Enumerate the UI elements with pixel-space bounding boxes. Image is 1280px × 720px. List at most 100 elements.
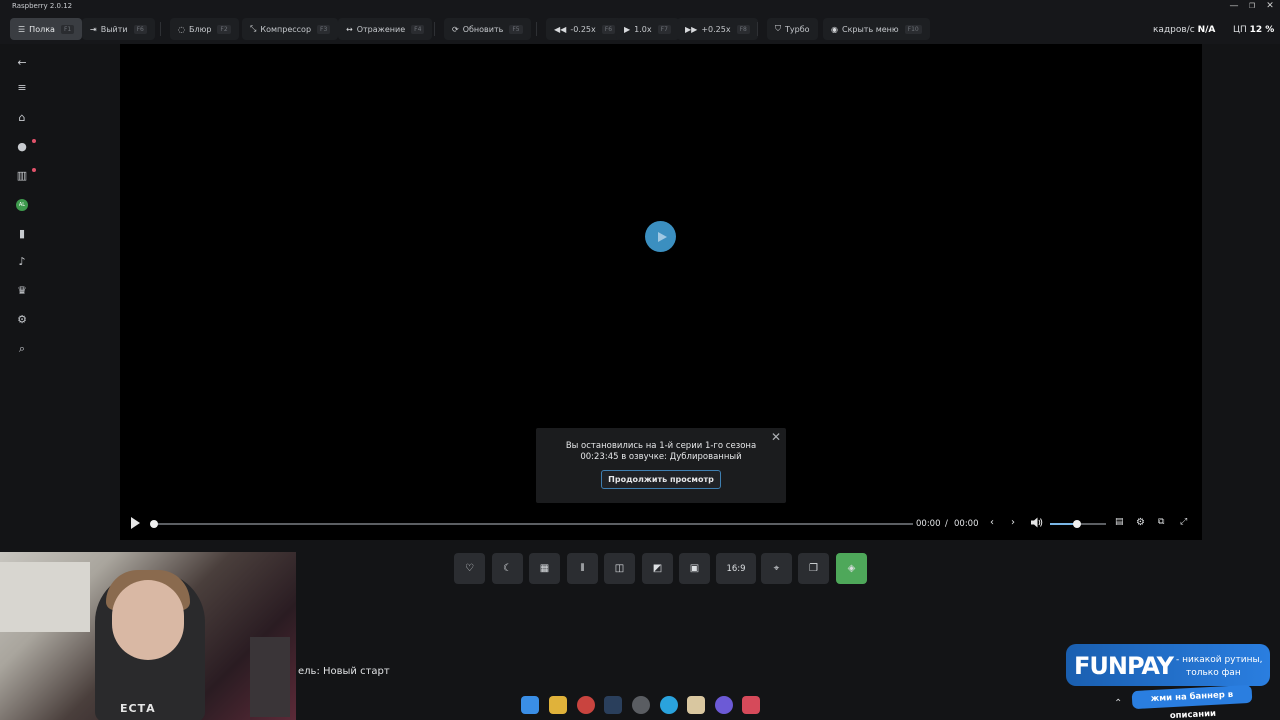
- refresh-button[interactable]: ⟳ Обновить F5: [444, 18, 531, 40]
- screenshot-button[interactable]: ⌖: [761, 553, 792, 584]
- focus-icon: ⌖: [773, 563, 780, 574]
- shelf-icon: ☰: [18, 24, 26, 34]
- notification-dot: [32, 139, 36, 143]
- steam-icon[interactable]: [604, 696, 622, 714]
- rewind-icon: ◀◀: [554, 24, 567, 34]
- subtitle-text: ель: Новый старт: [298, 666, 390, 677]
- mirror-button[interactable]: ↔ Отражение F4: [338, 18, 433, 40]
- current-time: 00:00: [916, 519, 941, 529]
- layers-button[interactable]: ◈: [836, 553, 867, 584]
- progress-bar[interactable]: [150, 520, 913, 528]
- next-episode-button[interactable]: ›: [1011, 517, 1015, 528]
- crop-button[interactable]: ◩: [642, 553, 673, 584]
- aspect-label: 16:9: [726, 563, 746, 574]
- fire-icon[interactable]: ●: [13, 138, 31, 156]
- audio-button[interactable]: ⫴: [567, 553, 598, 584]
- chevron-up-icon[interactable]: ⌃: [1114, 698, 1122, 709]
- pip-button[interactable]: ▣: [679, 553, 710, 584]
- compressor-icon: ⤡: [250, 24, 257, 33]
- night-mode-button[interactable]: ☾: [492, 553, 523, 584]
- video-player[interactable]: ✕ Вы остановились на 1-й серии 1-го сезо…: [120, 44, 1202, 540]
- avatar-icon[interactable]: AL: [16, 199, 28, 211]
- window-title: Raspberry 2.0.12: [12, 2, 73, 10]
- banner-tagline-2: только фан: [1186, 668, 1241, 678]
- gear-icon[interactable]: ⚙: [1136, 517, 1145, 528]
- play-icon: [131, 517, 140, 529]
- previous-episode-button[interactable]: ‹: [990, 517, 994, 528]
- speed-up-button[interactable]: ▶▶ +0.25x F8: [677, 18, 758, 40]
- resume-message-line2: 00:23:45 в озвучке: Дублированный: [580, 452, 742, 462]
- layers-icon: ◈: [847, 563, 856, 574]
- favorite-button[interactable]: ♡: [454, 553, 485, 584]
- mirror-icon: ↔: [346, 24, 353, 34]
- turbo-button[interactable]: ⛉ Турбо: [767, 18, 818, 40]
- file-explorer-icon[interactable]: [549, 696, 567, 714]
- title-bar: Raspberry 2.0.12 — ❐ ✕: [0, 0, 1280, 14]
- book-icon[interactable]: ▥: [13, 167, 31, 185]
- windows-start-icon[interactable]: [521, 696, 539, 714]
- copy-button[interactable]: ❐: [798, 553, 829, 584]
- maximize-button[interactable]: ❐: [1244, 0, 1260, 12]
- eye-icon: ◉: [831, 24, 838, 34]
- big-play-button[interactable]: [645, 221, 676, 252]
- toolbar-divider: [757, 22, 758, 36]
- arrow-left-icon[interactable]: ←: [13, 54, 31, 72]
- player-controls: 00:00 / 00:00 ‹ › ▤ ⚙ ⧉ ⤢: [120, 514, 1202, 534]
- continue-watching-button[interactable]: Продолжить просмотр: [601, 470, 721, 489]
- popout-icon[interactable]: ⧉: [1158, 517, 1164, 527]
- duration: 00:00: [954, 519, 979, 529]
- play-pause-button[interactable]: [130, 517, 141, 532]
- banner-logo: FUNPAY: [1074, 652, 1174, 680]
- fast-forward-icon: ▶▶: [685, 24, 698, 34]
- resume-message-line1: Вы остановились на 1-й серии 1-го сезона: [565, 441, 757, 451]
- home-icon[interactable]: ⌂: [13, 109, 31, 127]
- progress-handle[interactable]: [150, 520, 158, 528]
- blur-icon: ◌: [178, 24, 185, 34]
- aspect-ratio-button[interactable]: 16:9: [716, 553, 756, 584]
- fullscreen-icon[interactable]: ⤢: [1180, 517, 1187, 527]
- crop-icon: ◩: [652, 563, 663, 574]
- settings-app-icon[interactable]: [632, 696, 650, 714]
- blur-button[interactable]: ◌ Блюр F2: [170, 18, 239, 40]
- telegram-icon[interactable]: [660, 696, 678, 714]
- exit-button[interactable]: ⇥ Выйти F6: [82, 18, 155, 40]
- split-button[interactable]: ◫: [604, 553, 635, 584]
- speed-button[interactable]: ▶ 1.0x F7: [616, 18, 679, 40]
- hide-menu-button[interactable]: ◉ Скрыть меню F10: [823, 18, 930, 40]
- fps-stat: кадров/с N/A: [1153, 25, 1216, 35]
- play-icon: [657, 231, 667, 242]
- subtitles-icon[interactable]: ▤: [1115, 517, 1124, 527]
- raspberry-app-icon[interactable]: [742, 696, 760, 714]
- app-window: Raspberry 2.0.12 — ❐ ✕ ☰ Полка F1 ⇥ Выйт…: [0, 0, 1280, 720]
- app-icon[interactable]: [687, 696, 705, 714]
- compressor-button[interactable]: ⤡ Компрессор F3: [242, 18, 339, 40]
- search-icon[interactable]: ⌕: [13, 340, 31, 358]
- menu-icon[interactable]: ≡: [13, 79, 31, 97]
- grid-icon: ▦: [539, 563, 550, 574]
- minimize-button[interactable]: —: [1226, 0, 1242, 12]
- toolbar-divider: [536, 22, 537, 36]
- bookmark-icon[interactable]: ▮: [13, 225, 31, 243]
- volume-slider[interactable]: [1050, 520, 1106, 528]
- cpu-stat: ЦП 12 %: [1233, 25, 1275, 35]
- webcam-background-shelf: [0, 562, 90, 632]
- notification-dot: [32, 168, 36, 172]
- close-button[interactable]: ✕: [1262, 0, 1278, 12]
- yandex-browser-icon[interactable]: [577, 696, 595, 714]
- shelf-button[interactable]: ☰ Полка F1: [10, 18, 83, 40]
- bell-icon[interactable]: ♪: [13, 253, 31, 271]
- heart-icon: ♡: [465, 563, 474, 574]
- toolbar-divider: [160, 22, 161, 36]
- webcam-face: [112, 580, 184, 660]
- waveform-icon: ⫴: [580, 563, 585, 574]
- grid-button[interactable]: ▦: [529, 553, 560, 584]
- time-separator: /: [945, 519, 948, 529]
- volume-handle[interactable]: [1072, 520, 1081, 528]
- shield-icon: ⛉: [775, 24, 781, 33]
- gear-icon[interactable]: ⚙: [13, 311, 31, 329]
- copy-icon: ❐: [809, 563, 818, 574]
- trophy-icon[interactable]: ♛: [13, 282, 31, 300]
- discord-icon[interactable]: [715, 696, 733, 714]
- speed-down-button[interactable]: ◀◀ -0.25x F6: [546, 18, 624, 40]
- volume-icon[interactable]: [1031, 517, 1043, 531]
